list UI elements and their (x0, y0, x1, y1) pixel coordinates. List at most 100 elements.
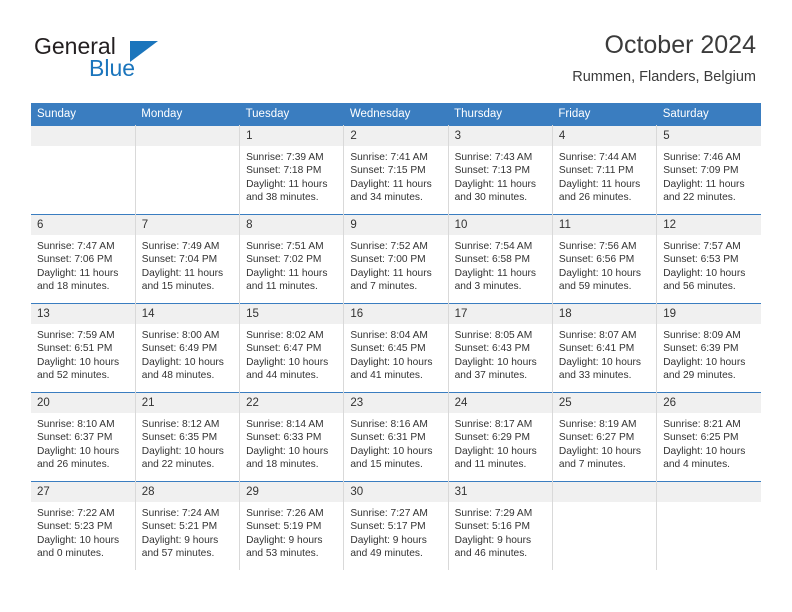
calendar-day-cell[interactable]: 26 Sunrise: 8:21 AM Sunset: 6:25 PM Dayligh… (656, 392, 761, 482)
day-number: 24 (448, 393, 552, 413)
calendar-week-row: 1 Sunrise: 7:39 AM Sunset: 7:18 PM Daylight… (31, 125, 761, 215)
title-block: October 2024 Rummen, Flanders, Belgium (572, 30, 756, 86)
day-sunset-text: Sunset: 6:29 PM (454, 432, 530, 444)
calendar-day-cell-empty (134, 125, 241, 215)
day-sunrise-text: Sunrise: 8:19 AM (558, 419, 637, 430)
day-number: 12 (657, 215, 761, 235)
calendar-day-cell[interactable]: 22 Sunrise: 8:14 AM Sunset: 6:33 PM Dayligh… (239, 392, 345, 482)
calendar-day-cell[interactable]: 19 Sunrise: 8:09 AM Sunset: 6:39 PM Dayligh… (656, 303, 761, 393)
day-sunrise-text: Sunrise: 7:29 AM (454, 508, 533, 519)
day-daylight-line2-text: and 11 minutes. (454, 459, 527, 471)
calendar-day-cell[interactable]: 4 Sunrise: 7:44 AM Sunset: 7:11 PM Daylight… (551, 125, 658, 215)
logo-text-blue: Blue (89, 55, 136, 81)
calendar-day-cell[interactable]: 30 Sunrise: 7:27 AM Sunset: 5:17 PM Dayligh… (343, 481, 449, 570)
calendar-day-cell[interactable]: 7 Sunrise: 7:49 AM Sunset: 7:04 PM Daylight… (134, 214, 241, 304)
calendar-day-cell[interactable]: 2 Sunrise: 7:41 AM Sunset: 7:15 PM Daylight… (343, 125, 449, 215)
day-daylight-line2-text: and 56 minutes. (663, 281, 736, 293)
calendar-day-cell[interactable]: 8 Sunrise: 7:51 AM Sunset: 7:02 PM Daylight… (239, 214, 345, 304)
weekday-header-thursday: Thursday (448, 103, 553, 126)
calendar-day-cell[interactable]: 23 Sunrise: 8:16 AM Sunset: 6:31 PM Dayligh… (343, 392, 449, 482)
day-sunrise-text: Sunrise: 7:41 AM (350, 152, 428, 163)
day-daylight-line2-text: and 59 minutes. (558, 281, 632, 293)
day-sunset-text: Sunset: 6:31 PM (350, 432, 426, 444)
day-sunrise-text: Sunrise: 7:43 AM (454, 152, 533, 163)
day-daylight-line1-text: Daylight: 10 hours (558, 445, 642, 457)
day-details: Sunrise: 7:22 AM Sunset: 5:23 PM Daylight:… (31, 502, 135, 561)
calendar-day-cell[interactable]: 18 Sunrise: 8:07 AM Sunset: 6:41 PM Dayligh… (551, 303, 658, 393)
day-daylight-line2-text: and 26 minutes. (558, 192, 632, 204)
day-details: Sunrise: 7:52 AM Sunset: 7:00 PM Daylight:… (344, 235, 447, 294)
day-daylight-line1-text: Daylight: 11 hours (246, 178, 328, 190)
calendar-week-row: 20 Sunrise: 8:10 AM Sunset: 6:37 PM Dayligh… (31, 392, 761, 482)
day-sunset-text: Sunset: 6:25 PM (663, 432, 739, 444)
day-daylight-line2-text: and 15 minutes. (350, 459, 423, 471)
calendar-day-cell[interactable]: 27 Sunrise: 7:22 AM Sunset: 5:23 PM Dayligh… (31, 481, 136, 570)
day-sunset-text: Sunset: 7:13 PM (454, 165, 530, 177)
day-daylight-line1-text: Daylight: 10 hours (37, 356, 120, 368)
calendar-day-cell[interactable]: 3 Sunrise: 7:43 AM Sunset: 7:13 PM Daylight… (447, 125, 553, 215)
day-sunrise-text: Sunrise: 8:02 AM (246, 330, 324, 341)
calendar-day-cell[interactable]: 28 Sunrise: 7:24 AM Sunset: 5:21 PM Dayligh… (134, 481, 241, 570)
day-daylight-line2-text: and 18 minutes. (246, 459, 319, 471)
day-sunrise-text: Sunrise: 7:56 AM (558, 241, 637, 252)
calendar-day-cell[interactable]: 21 Sunrise: 8:12 AM Sunset: 6:35 PM Dayligh… (134, 392, 241, 482)
day-sunset-text: Sunset: 7:18 PM (246, 165, 322, 177)
calendar-day-cell[interactable]: 29 Sunrise: 7:26 AM Sunset: 5:19 PM Dayligh… (239, 481, 345, 570)
calendar-day-cell[interactable]: 15 Sunrise: 8:02 AM Sunset: 6:47 PM Dayligh… (239, 303, 345, 393)
day-daylight-line2-text: and 57 minutes. (141, 548, 215, 560)
calendar-day-cell[interactable]: 17 Sunrise: 8:05 AM Sunset: 6:43 PM Dayligh… (447, 303, 553, 393)
day-sunrise-text: Sunrise: 8:04 AM (350, 330, 428, 341)
day-details: Sunrise: 8:00 AM Sunset: 6:49 PM Daylight:… (136, 324, 239, 383)
calendar-day-cell[interactable]: 13 Sunrise: 7:59 AM Sunset: 6:51 PM Dayligh… (31, 303, 136, 393)
day-sunrise-text: Sunrise: 7:54 AM (454, 241, 533, 252)
day-details: Sunrise: 8:17 AM Sunset: 6:29 PM Daylight:… (449, 413, 552, 472)
day-sunrise-text: Sunrise: 7:52 AM (350, 241, 428, 252)
calendar-day-cell[interactable]: 16 Sunrise: 8:04 AM Sunset: 6:45 PM Dayligh… (343, 303, 449, 393)
day-number: 11 (552, 215, 657, 235)
day-number: 9 (344, 215, 448, 235)
day-daylight-line1-text: Daylight: 10 hours (663, 445, 746, 457)
day-daylight-line2-text: and 22 minutes. (663, 192, 736, 204)
day-details: Sunrise: 8:12 AM Sunset: 6:35 PM Daylight:… (136, 413, 239, 472)
day-daylight-line2-text: and 26 minutes. (37, 459, 110, 471)
calendar-day-cell[interactable]: 20 Sunrise: 8:10 AM Sunset: 6:37 PM Dayligh… (31, 392, 136, 482)
day-number (657, 482, 761, 502)
calendar-day-cell[interactable]: 9 Sunrise: 7:52 AM Sunset: 7:00 PM Daylight… (343, 214, 449, 304)
day-number: 27 (31, 482, 135, 502)
weekday-header-tuesday: Tuesday (239, 103, 344, 126)
calendar-day-cell[interactable]: 1 Sunrise: 7:39 AM Sunset: 7:18 PM Daylight… (239, 125, 345, 215)
calendar-day-cell[interactable]: 10 Sunrise: 7:54 AM Sunset: 6:58 PM Dayligh… (447, 214, 553, 304)
day-number: 1 (240, 126, 344, 146)
day-details: Sunrise: 7:26 AM Sunset: 5:19 PM Daylight:… (240, 502, 343, 561)
day-sunrise-text: Sunrise: 7:44 AM (558, 152, 637, 163)
calendar-day-cell[interactable]: 25 Sunrise: 8:19 AM Sunset: 6:27 PM Dayligh… (551, 392, 658, 482)
calendar-day-cell[interactable]: 14 Sunrise: 8:00 AM Sunset: 6:49 PM Dayligh… (134, 303, 241, 393)
day-sunset-text: Sunset: 6:33 PM (246, 432, 322, 444)
general-blue-logo[interactable]: General Blue (34, 33, 204, 85)
day-number: 21 (135, 393, 240, 413)
calendar-day-cell[interactable]: 24 Sunrise: 8:17 AM Sunset: 6:29 PM Dayligh… (447, 392, 553, 482)
day-number: 16 (344, 304, 448, 324)
calendar-day-cell[interactable]: 31 Sunrise: 7:29 AM Sunset: 5:16 PM Dayligh… (447, 481, 553, 570)
day-sunset-text: Sunset: 6:47 PM (246, 343, 322, 355)
day-daylight-line1-text: Daylight: 11 hours (141, 267, 224, 279)
calendar-day-cell[interactable]: 11 Sunrise: 7:56 AM Sunset: 6:56 PM Dayligh… (551, 214, 658, 304)
day-daylight-line1-text: Daylight: 10 hours (558, 356, 642, 368)
day-sunset-text: Sunset: 7:11 PM (558, 165, 634, 177)
day-details: Sunrise: 7:54 AM Sunset: 6:58 PM Daylight:… (449, 235, 552, 294)
day-number: 7 (135, 215, 240, 235)
calendar-day-cell[interactable]: 5 Sunrise: 7:46 AM Sunset: 7:09 PM Daylight… (656, 125, 761, 215)
day-daylight-line1-text: Daylight: 10 hours (663, 267, 746, 279)
day-sunrise-text: Sunrise: 7:47 AM (37, 241, 115, 252)
day-number: 14 (135, 304, 240, 324)
calendar-day-cell[interactable]: 12 Sunrise: 7:57 AM Sunset: 6:53 PM Dayligh… (656, 214, 761, 304)
day-details: Sunrise: 7:46 AM Sunset: 7:09 PM Daylight:… (657, 146, 761, 205)
day-details: Sunrise: 8:21 AM Sunset: 6:25 PM Daylight:… (657, 413, 761, 472)
day-details: Sunrise: 7:24 AM Sunset: 5:21 PM Daylight:… (136, 502, 239, 561)
day-number: 6 (31, 215, 135, 235)
day-daylight-line2-text: and 33 minutes. (558, 370, 632, 382)
day-number: 30 (344, 482, 448, 502)
day-sunrise-text: Sunrise: 8:05 AM (454, 330, 533, 341)
day-daylight-line2-text: and 11 minutes. (246, 281, 318, 293)
calendar-day-cell[interactable]: 6 Sunrise: 7:47 AM Sunset: 7:06 PM Daylight… (31, 214, 136, 304)
